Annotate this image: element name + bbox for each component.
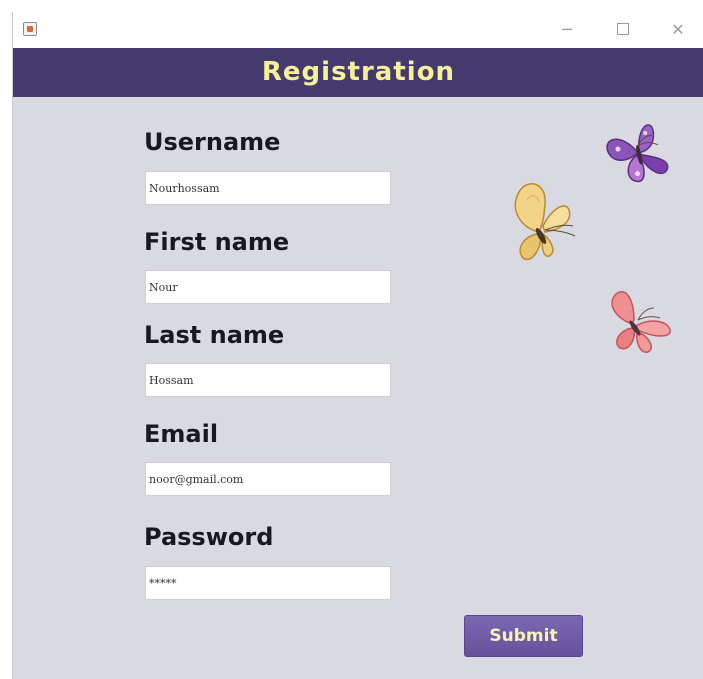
username-field[interactable]: [145, 171, 391, 205]
password-label: Password: [144, 523, 274, 551]
title-bar: ─ ✕: [13, 12, 703, 48]
password-field[interactable]: [145, 566, 391, 600]
pink-butterfly-icon: [611, 291, 671, 353]
submit-button[interactable]: Submit: [464, 615, 583, 657]
yellow-butterfly-icon: [514, 183, 576, 261]
username-label: Username: [144, 128, 281, 156]
last-name-label: Last name: [144, 321, 285, 349]
purple-butterfly-icon: [606, 124, 669, 183]
first-name-field[interactable]: [145, 270, 391, 304]
page-title: Registration: [261, 57, 456, 87]
last-name-field[interactable]: [145, 363, 391, 397]
email-label: Email: [144, 420, 219, 448]
first-name-label: First name: [144, 228, 290, 256]
header-bar: Registration: [13, 48, 703, 97]
maximize-button[interactable]: [610, 18, 636, 42]
registration-window: ─ ✕ Registration Username First name Las…: [12, 12, 703, 679]
close-button[interactable]: ✕: [665, 18, 691, 42]
email-field[interactable]: [145, 462, 391, 496]
minimize-button[interactable]: ─: [554, 18, 580, 42]
maximize-icon: [617, 23, 629, 35]
java-app-icon: [23, 22, 37, 36]
